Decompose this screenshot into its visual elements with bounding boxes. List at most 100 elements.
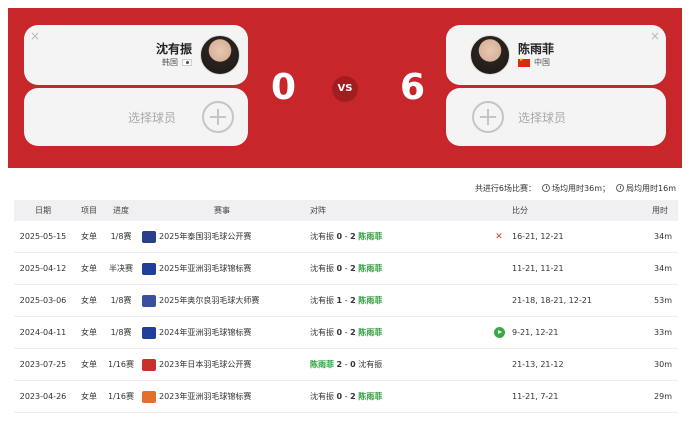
cell-score: 21-13, 21-12 (512, 360, 564, 369)
match-player-2[interactable]: 沈有振 (358, 359, 382, 370)
cell-round: 1/16赛 (108, 392, 134, 401)
cell-date: 2025-04-12 (19, 264, 67, 273)
add-player-icon[interactable] (202, 101, 234, 133)
crossed-rackets-icon: ✕ (495, 231, 503, 242)
event-name[interactable]: 2025年奥尔良羽毛球大师赛 (159, 295, 259, 306)
cell-icon (492, 349, 506, 380)
cell-score: 11-21, 7-21 (512, 392, 559, 401)
cell-round: 1/8赛 (110, 328, 132, 337)
cell-score: 9-21, 12-21 (512, 328, 559, 337)
korea-flag-icon (182, 59, 192, 66)
match-summary: 共进行6场比赛： 场均用时36m； 局均用时16m (475, 183, 676, 194)
cell-type: 女单 (81, 232, 97, 241)
tournament-logo-icon (142, 390, 156, 403)
header-score: 比分 (512, 206, 528, 215)
cell-time: 34m (654, 264, 672, 273)
header-time: 用时 (652, 206, 668, 215)
cell-match: 沈有振 0 - 2 陈雨菲 (310, 253, 490, 284)
match-player-1[interactable]: 沈有振 (310, 391, 334, 402)
match-score-2: 2 (350, 328, 356, 337)
table-row[interactable]: 2023-07-25 女单 1/16赛 2023年日本羽毛球公开赛 陈雨菲 2 - 0 … (14, 349, 678, 381)
left-score: 0 (271, 67, 297, 108)
close-icon[interactable]: × (650, 30, 660, 42)
match-history-table: 日期 项目 进度 赛事 对阵 比分 用时 2025-05-15 女单 1/8赛 202… (14, 200, 678, 413)
tournament-logo-icon (142, 230, 156, 243)
tournament-logo-icon (142, 358, 156, 371)
match-player-2[interactable]: 陈雨菲 (358, 263, 382, 274)
match-score-separator: - (344, 232, 348, 241)
cell-event[interactable]: 2025年亚洲羽毛球锦标赛 (142, 253, 302, 284)
cell-time: 29m (654, 392, 672, 401)
cell-time: 34m (654, 232, 672, 241)
header-round: 进度 (113, 206, 129, 215)
match-player-1[interactable]: 沈有振 (310, 295, 334, 306)
table-row[interactable]: 2025-04-12 女单 半决赛 2025年亚洲羽毛球锦标赛 沈有振 0 - 2 陈雨… (14, 253, 678, 285)
cell-match: 沈有振 0 - 2 陈雨菲 (310, 381, 490, 412)
cell-type: 女单 (81, 264, 97, 273)
cell-match: 沈有振 1 - 2 陈雨菲 (310, 285, 490, 316)
match-score-1: 1 (336, 296, 343, 305)
match-score-1: 2 (336, 360, 343, 369)
avg-match-time: 场均用时36m； (542, 183, 610, 194)
cell-time: 30m (654, 360, 672, 369)
cell-round: 半决赛 (109, 264, 133, 273)
play-icon[interactable] (493, 327, 505, 338)
left-player-country-label: 韩国 (162, 58, 178, 67)
cell-event[interactable]: 2025年奥尔良羽毛球大师赛 (142, 285, 302, 316)
cell-score: 21-18, 18-21, 12-21 (512, 296, 592, 305)
cell-round: 1/8赛 (110, 296, 132, 305)
header-match: 对阵 (310, 206, 326, 215)
right-select-player-card[interactable]: 选择球员 (446, 88, 666, 146)
clock-icon (616, 184, 625, 192)
cell-score: 11-21, 11-21 (512, 264, 564, 273)
cell-date: 2024-04-11 (19, 328, 67, 337)
cell-time: 53m (654, 296, 672, 305)
cell-event[interactable]: 2023年日本羽毛球公开赛 (142, 349, 302, 380)
match-player-1[interactable]: 沈有振 (310, 327, 334, 338)
match-player-1[interactable]: 沈有振 (310, 231, 334, 242)
left-player-name: 沈有振 (155, 42, 192, 56)
avg-game-time: 局均用时16m (616, 183, 676, 194)
cell-event[interactable]: 2024年亚洲羽毛球锦标赛 (142, 317, 302, 348)
cell-type: 女单 (81, 328, 97, 337)
match-score-separator: - (344, 296, 348, 305)
select-player-label: 选择球员 (128, 111, 177, 125)
match-score-2: 2 (350, 296, 356, 305)
table-row[interactable]: 2025-03-06 女单 1/8赛 2025年奥尔良羽毛球大师赛 沈有振 1 - 2 … (14, 285, 678, 317)
cell-icon (492, 285, 506, 316)
table-row[interactable]: 2025-05-15 女单 1/8赛 2025年泰国羽毛球公开赛 沈有振 0 - 2 陈… (14, 221, 678, 253)
cell-type: 女单 (81, 296, 97, 305)
cell-event[interactable]: 2023年亚洲羽毛球锦标赛 (142, 381, 302, 412)
table-row[interactable]: 2023-04-26 女单 1/16赛 2023年亚洲羽毛球锦标赛 沈有振 0 - 2 … (14, 381, 678, 413)
cell-type: 女单 (81, 392, 97, 401)
cell-event[interactable]: 2025年泰国羽毛球公开赛 (142, 221, 302, 252)
right-player-name: 陈雨菲 (518, 42, 555, 56)
match-player-2[interactable]: 陈雨菲 (358, 391, 382, 402)
event-name[interactable]: 2023年日本羽毛球公开赛 (159, 359, 251, 370)
cell-date: 2023-07-25 (19, 360, 67, 369)
match-score-1: 0 (336, 328, 343, 337)
cell-date: 2025-05-15 (19, 232, 67, 241)
china-flag-icon (518, 57, 530, 67)
match-score-2: 2 (350, 392, 356, 401)
left-select-player-card[interactable]: 选择球员 (24, 88, 248, 146)
add-player-icon[interactable] (472, 101, 504, 133)
table-header: 日期 项目 进度 赛事 对阵 比分 用时 (14, 200, 678, 221)
left-player-card[interactable]: × 沈有振 韩国 (24, 25, 248, 85)
match-score-separator: - (344, 392, 348, 401)
event-name[interactable]: 2023年亚洲羽毛球锦标赛 (159, 391, 251, 402)
right-player-card[interactable]: × 陈雨菲 中国 (446, 25, 666, 85)
match-player-1[interactable]: 沈有振 (310, 263, 334, 274)
close-icon[interactable]: × (30, 30, 40, 42)
match-player-2[interactable]: 陈雨菲 (358, 295, 382, 306)
event-name[interactable]: 2025年亚洲羽毛球锦标赛 (159, 263, 251, 274)
match-player-1[interactable]: 陈雨菲 (310, 359, 334, 370)
match-player-2[interactable]: 陈雨菲 (358, 231, 382, 242)
header-date: 日期 (35, 206, 51, 215)
event-name[interactable]: 2025年泰国羽毛球公开赛 (159, 231, 251, 242)
vs-badge: VS (332, 76, 358, 102)
tournament-logo-icon (142, 294, 156, 307)
event-name[interactable]: 2024年亚洲羽毛球锦标赛 (159, 327, 251, 338)
table-row[interactable]: 2024-04-11 女单 1/8赛 2024年亚洲羽毛球锦标赛 沈有振 0 - 2 陈… (14, 317, 678, 349)
match-player-2[interactable]: 陈雨菲 (358, 327, 382, 338)
